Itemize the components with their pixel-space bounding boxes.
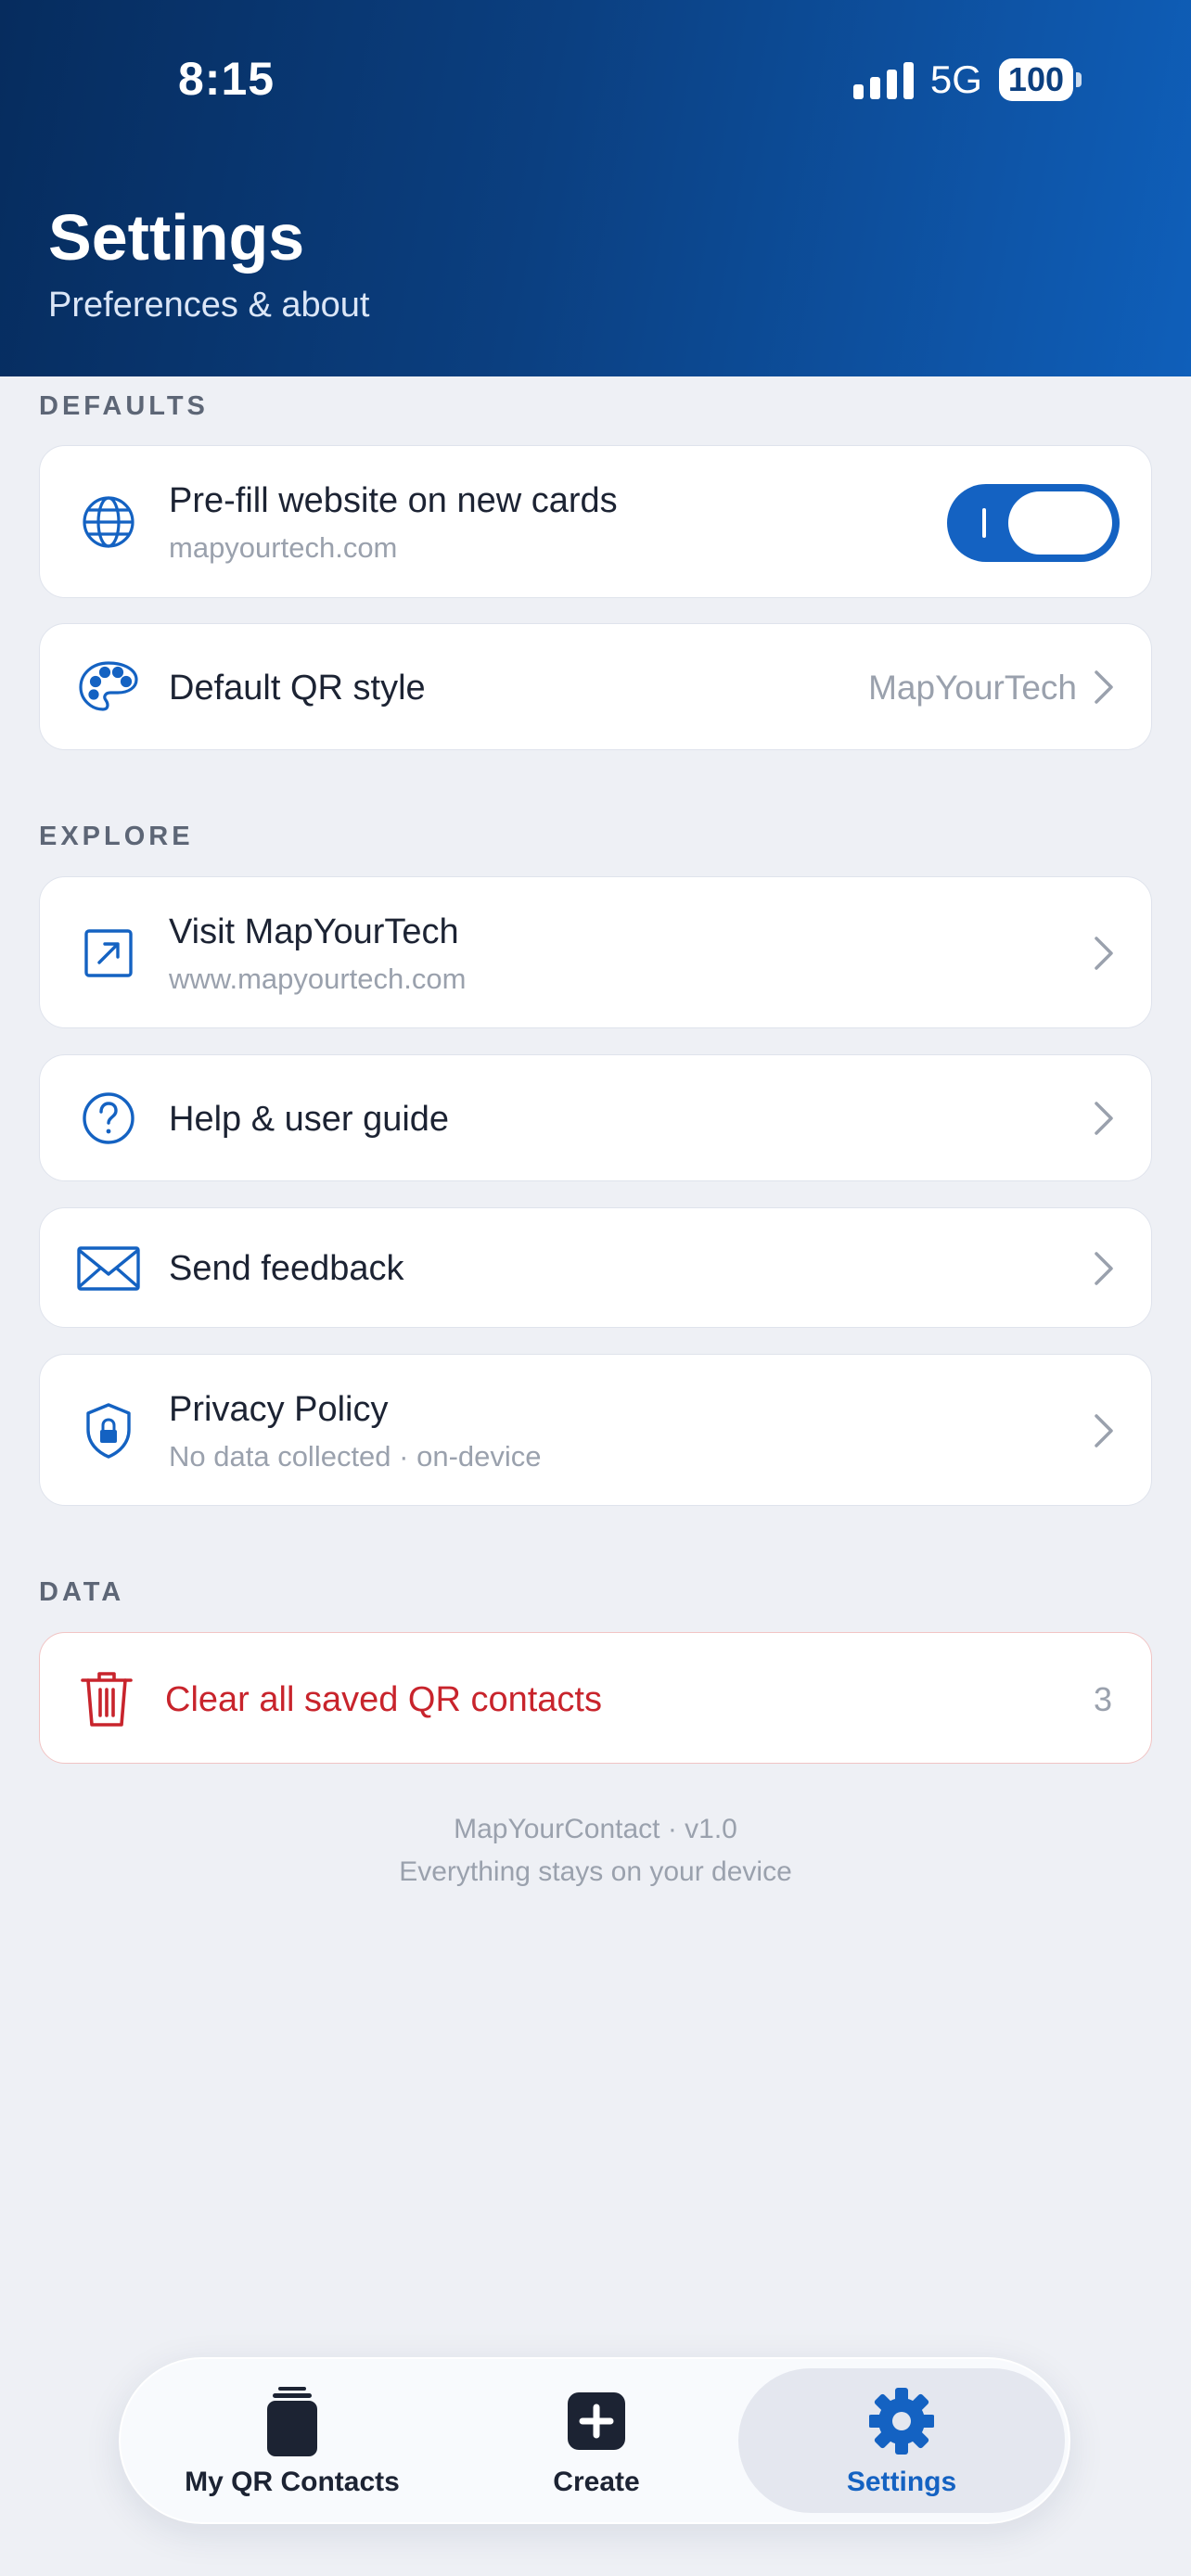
clear-contacts-label: Clear all saved QR contacts	[165, 1680, 602, 1719]
tab-create[interactable]: Create	[443, 2359, 749, 2522]
privacy-title: Privacy Policy	[169, 1390, 389, 1429]
app-version: MapYourContact · v1.0	[454, 1814, 737, 1844]
tab-label: Settings	[846, 2467, 957, 2497]
privacy-note: Everything stays on your device	[399, 1856, 792, 1887]
cards-stack-icon	[260, 2385, 325, 2457]
qr-style-title: Default QR style	[169, 669, 426, 708]
chevron-right-icon	[1092, 668, 1116, 707]
palette-icon	[75, 654, 142, 721]
tab-settings[interactable]: Settings	[738, 2359, 1065, 2522]
chevron-right-icon	[1092, 934, 1116, 973]
default-qr-style-row[interactable]: Default QR style MapYourTech	[39, 623, 1152, 750]
battery-level: 100	[998, 58, 1073, 101]
header: 8:15 5G 100 Settings Preferences & about	[0, 0, 1191, 376]
qr-style-value: MapYourTech	[868, 669, 1077, 707]
gear-icon	[869, 2385, 934, 2457]
chevron-right-icon	[1092, 1249, 1116, 1288]
battery-icon: 100	[998, 58, 1082, 101]
help-circle-icon	[75, 1085, 142, 1152]
send-feedback-row[interactable]: Send feedback	[39, 1207, 1152, 1328]
help-title: Help & user guide	[169, 1100, 450, 1139]
trash-icon	[73, 1665, 140, 1732]
plus-square-icon	[564, 2385, 629, 2457]
saved-contacts-count: 3	[1093, 1680, 1112, 1718]
tab-my-qr-contacts[interactable]: My QR Contacts	[139, 2359, 445, 2522]
help-guide-row[interactable]: Help & user guide	[39, 1054, 1152, 1181]
privacy-subtitle: No data collected · on-device	[169, 1440, 542, 1473]
envelope-icon	[75, 1235, 142, 1302]
status-time: 8:15	[178, 53, 275, 105]
tab-label: My QR Contacts	[185, 2467, 400, 2497]
toggle-knob	[1008, 491, 1112, 555]
section-label-explore: EXPLORE	[39, 822, 194, 851]
tab-label: Create	[553, 2467, 640, 2497]
visit-mapyourtech-row[interactable]: Visit MapYourTech www.mapyourtech.com	[39, 876, 1152, 1028]
feedback-title: Send feedback	[169, 1249, 404, 1288]
privacy-policy-row[interactable]: Privacy Policy No data collected · on-de…	[39, 1354, 1152, 1506]
prefill-subtitle: mapyourtech.com	[169, 531, 398, 564]
chevron-right-icon	[1092, 1411, 1116, 1450]
chevron-right-icon	[1092, 1099, 1116, 1138]
signal-icon	[852, 60, 914, 99]
tab-bar: My QR Contacts Create Settings	[119, 2357, 1070, 2524]
external-link-icon	[75, 920, 142, 987]
visit-subtitle: www.mapyourtech.com	[169, 963, 467, 995]
status-indicators: 5G 100	[852, 57, 1082, 102]
clear-contacts-button[interactable]: Clear all saved QR contacts 3	[39, 1632, 1152, 1764]
section-label-data: DATA	[39, 1577, 125, 1607]
section-label-defaults: DEFAULTS	[39, 391, 209, 421]
page-subtitle: Preferences & about	[48, 286, 370, 325]
visit-title: Visit MapYourTech	[169, 912, 459, 951]
page-title: Settings	[48, 201, 305, 274]
prefill-title: Pre-fill website on new cards	[169, 481, 618, 520]
prefill-toggle[interactable]	[947, 484, 1120, 562]
shield-lock-icon	[75, 1397, 142, 1464]
network-type: 5G	[929, 57, 982, 101]
globe-icon	[75, 489, 142, 555]
prefill-website-row[interactable]: Pre-fill website on new cards mapyourtec…	[39, 445, 1152, 598]
